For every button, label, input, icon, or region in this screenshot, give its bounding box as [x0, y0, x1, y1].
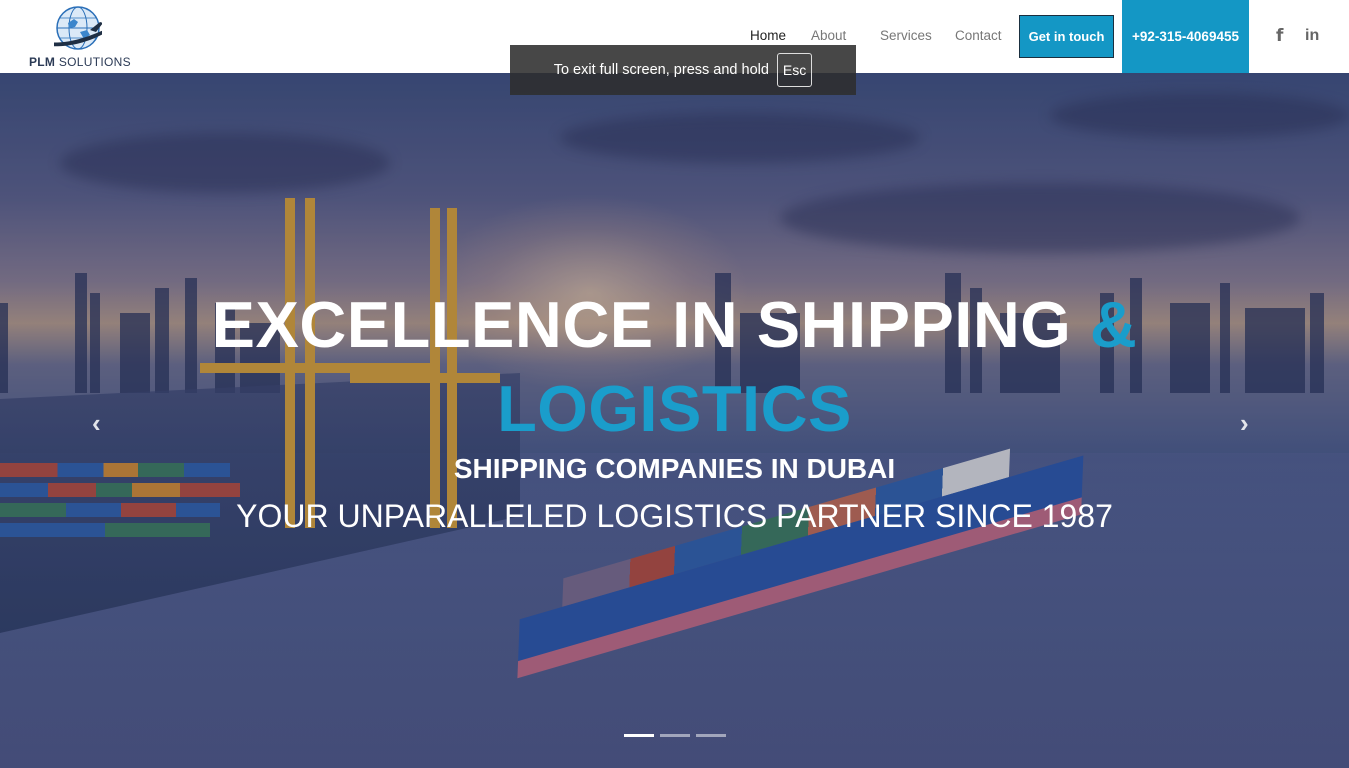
brand-name: PLM SOLUTIONS: [29, 55, 131, 69]
get-in-touch-button[interactable]: Get in touch: [1019, 15, 1114, 58]
nav-services[interactable]: Services: [880, 28, 932, 43]
facebook-icon[interactable]: f: [1276, 26, 1290, 46]
esc-key-badge: Esc: [776, 53, 813, 87]
toast-text: To exit full screen, press and hold: [553, 62, 769, 78]
carousel-prev-icon[interactable]: ‹: [92, 408, 101, 439]
phone-button[interactable]: +92-315-4069455: [1122, 0, 1249, 73]
plm-logo[interactable]: PLM SOLUTIONS: [28, 4, 138, 70]
nav-home[interactable]: Home: [750, 28, 786, 43]
hero-title-main: EXCELLENCE IN SHIPPING: [211, 288, 1090, 361]
hero-title-logistics: LOGISTICS: [497, 372, 852, 445]
nav-about[interactable]: About: [811, 28, 846, 43]
carousel-next-icon[interactable]: ›: [1240, 408, 1249, 439]
hero-tagline: YOUR UNPARALLELED LOGISTICS PARTNER SINC…: [236, 498, 1113, 534]
carousel-indicator[interactable]: [624, 734, 654, 737]
carousel-indicator[interactable]: [696, 734, 726, 737]
nav-contact[interactable]: Contact: [955, 28, 1002, 43]
fullscreen-exit-toast: To exit full screen, press and hold Esc: [510, 45, 856, 95]
globe-airplane-icon: [54, 6, 102, 50]
hero-title-ampersand: &: [1089, 288, 1138, 361]
hero-title: EXCELLENCE IN SHIPPING & LOGISTICS: [0, 283, 1349, 451]
hero-subtitle: SHIPPING COMPANIES IN DUBAI: [453, 453, 896, 484]
carousel-indicators: [624, 734, 726, 737]
hero-carousel: EXCELLENCE IN SHIPPING & LOGISTICS SHIPP…: [0, 73, 1349, 768]
carousel-indicator[interactable]: [660, 734, 690, 737]
linkedin-icon[interactable]: in: [1305, 27, 1319, 45]
